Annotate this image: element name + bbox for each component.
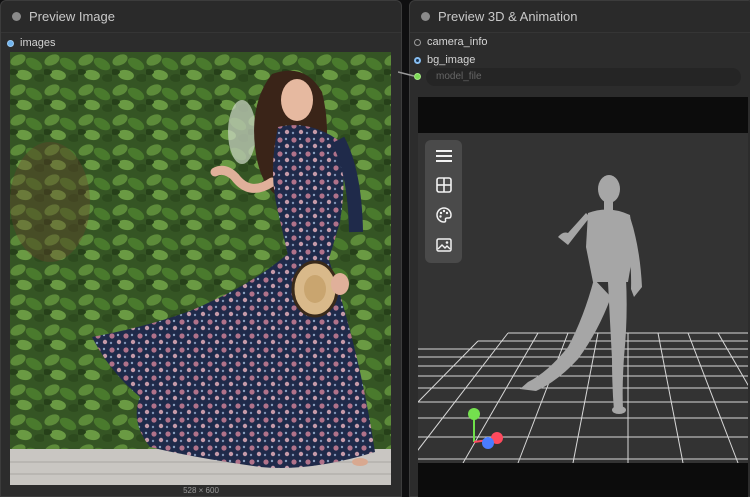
viewport-bottom-bar bbox=[418, 463, 748, 497]
menu-icon bbox=[435, 150, 452, 162]
node-header[interactable]: Preview Image bbox=[1, 1, 401, 33]
background-image-button[interactable] bbox=[429, 232, 458, 258]
node-title: Preview Image bbox=[29, 9, 115, 24]
woman-in-dress-photo bbox=[10, 52, 391, 485]
input-label: camera_info bbox=[427, 36, 488, 48]
input-camera-info[interactable]: camera_info bbox=[414, 36, 488, 48]
input-socket-icon[interactable] bbox=[414, 56, 421, 64]
preview-image bbox=[10, 52, 391, 485]
collapse-dot-icon[interactable] bbox=[12, 12, 21, 21]
palette-icon bbox=[435, 207, 452, 223]
material-button[interactable] bbox=[429, 202, 458, 228]
3d-viewport[interactable] bbox=[418, 97, 748, 497]
menu-button[interactable] bbox=[429, 143, 458, 169]
layout-button[interactable] bbox=[429, 172, 458, 198]
input-socket-icon[interactable] bbox=[414, 38, 421, 46]
layout-grid-icon bbox=[435, 177, 452, 193]
node-header[interactable]: Preview 3D & Animation bbox=[410, 1, 750, 33]
image-icon bbox=[435, 238, 452, 252]
model-file-field[interactable]: model_file bbox=[426, 68, 741, 86]
input-label: bg_image bbox=[427, 54, 476, 66]
node-title: Preview 3D & Animation bbox=[438, 9, 578, 24]
input-bg-image[interactable]: bg_image bbox=[414, 54, 475, 66]
viewport-toolbar bbox=[425, 140, 462, 263]
image-size-label: 528 × 600 bbox=[183, 486, 219, 495]
input-label: images bbox=[20, 37, 56, 49]
model-file-socket-icon[interactable] bbox=[414, 73, 421, 80]
collapse-dot-icon[interactable] bbox=[421, 12, 430, 21]
input-socket-icon[interactable] bbox=[7, 39, 14, 47]
3d-scene[interactable] bbox=[418, 97, 748, 497]
input-images[interactable]: images bbox=[7, 37, 55, 49]
